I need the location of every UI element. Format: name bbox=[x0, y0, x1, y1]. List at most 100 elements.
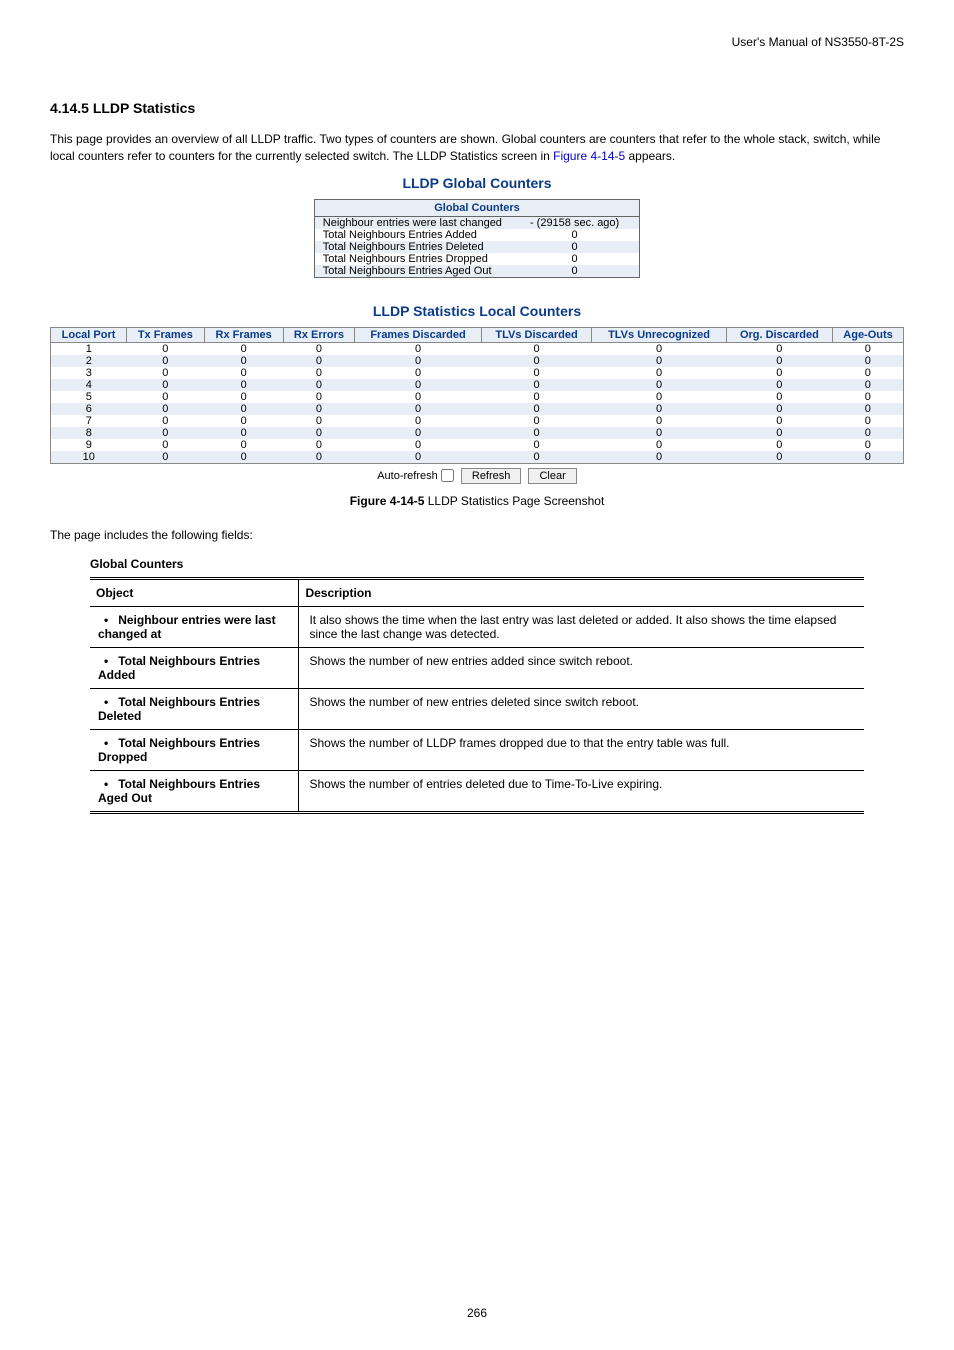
global-row: Neighbour entries were last changed- (29… bbox=[314, 216, 639, 229]
table-cell: 0 bbox=[283, 367, 355, 379]
clear-button[interactable]: Clear bbox=[528, 468, 576, 484]
col-header: Org. Discarded bbox=[726, 327, 832, 342]
table-cell: 0 bbox=[833, 342, 904, 355]
table-cell: 3 bbox=[51, 367, 127, 379]
table-cell: 0 bbox=[592, 379, 726, 391]
table-cell: 0 bbox=[833, 451, 904, 464]
table-cell: 0 bbox=[726, 415, 832, 427]
desc-row: Total Neighbours Entries Deleted Shows t… bbox=[90, 688, 864, 729]
global-row-label: Neighbour entries were last changed bbox=[314, 216, 510, 229]
table-cell: 9 bbox=[51, 439, 127, 451]
table-cell: 0 bbox=[127, 451, 205, 464]
table-cell: 0 bbox=[726, 367, 832, 379]
global-row-value: 0 bbox=[510, 253, 640, 265]
global-counters-header: Global Counters bbox=[314, 199, 639, 216]
table-cell: 2 bbox=[51, 355, 127, 367]
table-cell: 0 bbox=[204, 355, 283, 367]
global-row: Total Neighbours Entries Aged Out0 bbox=[314, 265, 639, 278]
global-counters-caption: Global Counters bbox=[90, 557, 864, 571]
screenshot-caption: Figure 4-14-5 LLDP Statistics Page Scree… bbox=[50, 494, 904, 508]
desc-object-text: Total Neighbours Entries Added bbox=[98, 654, 260, 682]
intro-part1: This page provides an overview of all LL… bbox=[50, 132, 880, 163]
table-cell: 10 bbox=[51, 451, 127, 464]
col-header: TLVs Unrecognized bbox=[592, 327, 726, 342]
bullet-icon bbox=[98, 695, 118, 709]
desc-description: Shows the number of new entries added si… bbox=[299, 647, 864, 688]
table-cell: 0 bbox=[481, 379, 592, 391]
table-cell: 0 bbox=[726, 355, 832, 367]
table-cell: 0 bbox=[833, 415, 904, 427]
table-cell: 0 bbox=[283, 451, 355, 464]
table-cell: 0 bbox=[592, 451, 726, 464]
col-header: Frames Discarded bbox=[355, 327, 481, 342]
table-row: 100000000 bbox=[51, 342, 904, 355]
table-cell: 0 bbox=[283, 379, 355, 391]
fields-intro: The page includes the following fields: bbox=[50, 528, 904, 542]
global-row-label: Total Neighbours Entries Aged Out bbox=[314, 265, 510, 278]
bullet-icon bbox=[98, 777, 118, 791]
auto-refresh-label: Auto-refresh bbox=[377, 470, 438, 482]
table-cell: 0 bbox=[726, 391, 832, 403]
global-row: Total Neighbours Entries Dropped0 bbox=[314, 253, 639, 265]
desc-object: Total Neighbours Entries Dropped bbox=[90, 729, 299, 770]
bullet-icon bbox=[98, 654, 118, 668]
global-counters-table: Global Counters Neighbour entries were l… bbox=[314, 199, 640, 278]
table-cell: 0 bbox=[592, 427, 726, 439]
table-cell: 0 bbox=[283, 391, 355, 403]
table-cell: 0 bbox=[127, 391, 205, 403]
table-cell: 0 bbox=[283, 355, 355, 367]
desc-head-object: Object bbox=[90, 578, 299, 606]
table-row: 300000000 bbox=[51, 367, 904, 379]
table-cell: 0 bbox=[204, 415, 283, 427]
desc-row: Total Neighbours Entries Added Shows the… bbox=[90, 647, 864, 688]
table-cell: 0 bbox=[833, 403, 904, 415]
global-row: Total Neighbours Entries Added0 bbox=[314, 229, 639, 241]
desc-object-text: Neighbour entries were last changed at bbox=[98, 613, 276, 641]
table-cell: 0 bbox=[127, 379, 205, 391]
caption-text: LLDP Statistics Page Screenshot bbox=[428, 494, 605, 508]
table-cell: 0 bbox=[355, 355, 481, 367]
desc-object: Total Neighbours Entries Added bbox=[90, 647, 299, 688]
table-cell: 0 bbox=[127, 415, 205, 427]
table-cell: 0 bbox=[204, 439, 283, 451]
refresh-button[interactable]: Refresh bbox=[461, 468, 522, 484]
table-cell: 0 bbox=[127, 342, 205, 355]
desc-row: Neighbour entries were last changed at I… bbox=[90, 606, 864, 647]
table-row: 500000000 bbox=[51, 391, 904, 403]
table-cell: 0 bbox=[481, 427, 592, 439]
desc-object-text: Total Neighbours Entries Deleted bbox=[98, 695, 260, 723]
table-cell: 0 bbox=[481, 367, 592, 379]
table-cell: 0 bbox=[592, 403, 726, 415]
table-row: 200000000 bbox=[51, 355, 904, 367]
table-cell: 0 bbox=[355, 403, 481, 415]
table-cell: 0 bbox=[127, 427, 205, 439]
table-cell: 0 bbox=[355, 342, 481, 355]
table-cell: 0 bbox=[592, 391, 726, 403]
auto-refresh-checkbox[interactable] bbox=[441, 469, 454, 482]
intro-part2: appears. bbox=[625, 149, 675, 163]
table-cell: 4 bbox=[51, 379, 127, 391]
table-cell: 7 bbox=[51, 415, 127, 427]
table-cell: 0 bbox=[481, 391, 592, 403]
col-header: Local Port bbox=[51, 327, 127, 342]
table-row: 900000000 bbox=[51, 439, 904, 451]
table-cell: 0 bbox=[726, 379, 832, 391]
table-cell: 0 bbox=[204, 427, 283, 439]
bullet-icon bbox=[98, 613, 118, 627]
global-row-label: Total Neighbours Entries Added bbox=[314, 229, 510, 241]
lldp-global-counters-title: LLDP Global Counters bbox=[50, 175, 904, 191]
table-cell: 0 bbox=[833, 379, 904, 391]
col-header: Rx Errors bbox=[283, 327, 355, 342]
table-cell: 0 bbox=[481, 342, 592, 355]
table-cell: 0 bbox=[726, 427, 832, 439]
header-manual-title: User's Manual of NS3550-8T-2S bbox=[732, 35, 904, 49]
table-cell: 0 bbox=[355, 415, 481, 427]
table-cell: 0 bbox=[355, 367, 481, 379]
table-cell: 0 bbox=[726, 439, 832, 451]
table-cell: 0 bbox=[355, 439, 481, 451]
table-cell: 0 bbox=[283, 403, 355, 415]
section-heading: 4.14.5 LLDP Statistics bbox=[50, 100, 904, 116]
figure-reference-link[interactable]: Figure 4-14-5 bbox=[553, 149, 625, 163]
table-cell: 0 bbox=[283, 415, 355, 427]
desc-row: Total Neighbours Entries Aged Out Shows … bbox=[90, 770, 864, 812]
